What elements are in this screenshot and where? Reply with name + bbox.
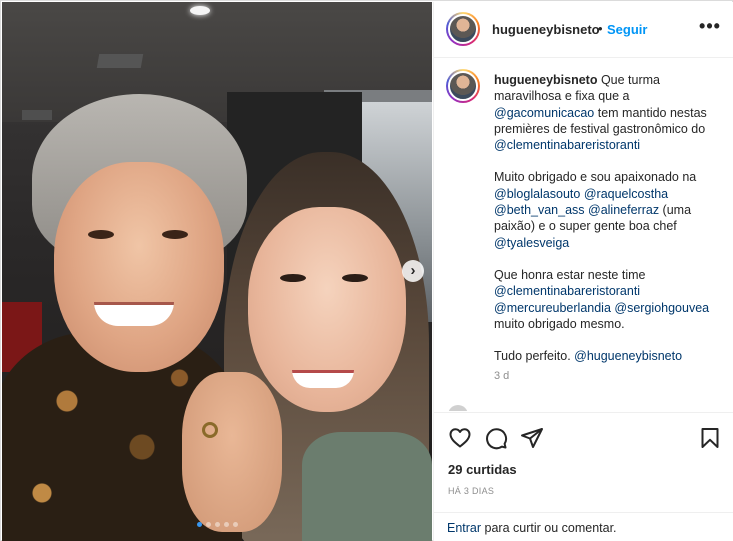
post-side-panel: hugueneybisneto • Seguir ••• hugueneybis… — [433, 2, 733, 541]
caption-avatar[interactable] — [446, 69, 480, 103]
mention-link[interactable]: @hugueneybisneto — [574, 349, 682, 363]
photo-woman-smile — [292, 370, 354, 388]
comment-icon[interactable] — [484, 426, 508, 450]
login-prompt-text: para curtir ou comentar. — [481, 521, 617, 535]
instagram-post-modal: › hugueneybisneto • Seguir ••• hugueneyb… — [0, 0, 733, 541]
mention-link[interactable]: @clementinabareristoranti — [494, 284, 640, 298]
post-date[interactable]: HÁ 3 DIAS — [448, 486, 494, 496]
header-separator: • — [598, 21, 603, 36]
heart-icon[interactable] — [448, 426, 472, 450]
photo-man-face — [54, 162, 224, 372]
post-header: hugueneybisneto • Seguir ••• — [434, 2, 733, 58]
mention-link[interactable]: @alineferraz — [588, 203, 659, 217]
photo-hand — [182, 372, 282, 532]
photo-ring — [202, 422, 218, 438]
mention-link[interactable]: @gacomunicacao — [494, 106, 594, 120]
photo-man-eye — [162, 230, 188, 239]
more-icon[interactable]: ••• — [698, 16, 722, 40]
action-bar — [434, 412, 733, 458]
post-caption: hugueneybisneto Que turma maravilhosa e … — [494, 72, 720, 364]
photo-vent — [96, 54, 144, 68]
carousel-dot — [223, 522, 229, 527]
carousel-dots — [2, 522, 432, 527]
photo-woman-eye — [342, 274, 368, 282]
share-icon[interactable] — [520, 426, 544, 450]
follow-button[interactable]: Seguir — [607, 22, 647, 37]
carousel-dot — [205, 522, 211, 527]
photo-woman-eye — [280, 274, 306, 282]
post-photo[interactable]: › — [2, 2, 432, 541]
caption-text: Tudo perfeito. — [494, 349, 575, 364]
mention-link[interactable]: @beth_van_ass — [494, 203, 585, 217]
chevron-right-icon: › — [410, 262, 416, 279]
photo-vent — [22, 110, 52, 120]
mention-link[interactable]: @sergiohgouvea — [614, 301, 709, 315]
login-prompt: Entrar para curtir ou comentar. — [434, 512, 733, 541]
photo-ceiling-lamp — [190, 6, 210, 15]
photo-man-smile — [94, 302, 174, 326]
carousel-dot — [232, 522, 238, 527]
author-avatar[interactable] — [446, 12, 480, 46]
carousel-dot — [196, 522, 202, 527]
carousel-next-button[interactable]: › — [402, 260, 424, 282]
caption-text: Que honra estar neste time — [494, 267, 646, 282]
next-comment-preview — [448, 403, 648, 411]
caption-text: muito obrigado mesmo. — [494, 316, 625, 331]
comments-section[interactable]: hugueneybisneto Que turma maravilhosa e … — [434, 59, 733, 411]
comment-avatar — [448, 405, 468, 411]
bookmark-icon[interactable] — [698, 426, 722, 450]
mention-link[interactable]: @raquelcostha — [584, 187, 668, 201]
likes-count[interactable]: 29 curtidas — [448, 462, 517, 477]
carousel-dot — [214, 522, 220, 527]
caption-time[interactable]: 3 d — [494, 370, 509, 382]
author-username[interactable]: hugueneybisneto — [492, 22, 600, 37]
photo-man-eye — [88, 230, 114, 239]
mention-link[interactable]: @mercureuberlandia — [494, 301, 611, 315]
mention-link[interactable]: @bloglalasouto — [494, 187, 580, 201]
login-link[interactable]: Entrar — [447, 521, 481, 535]
caption-username[interactable]: hugueneybisneto — [494, 73, 597, 87]
caption-text: Muito obrigado e sou apaixonado na — [494, 170, 697, 185]
mention-link[interactable]: @tyalesveiga — [494, 236, 569, 250]
mention-link[interactable]: @clementinabareristoranti — [494, 138, 640, 152]
